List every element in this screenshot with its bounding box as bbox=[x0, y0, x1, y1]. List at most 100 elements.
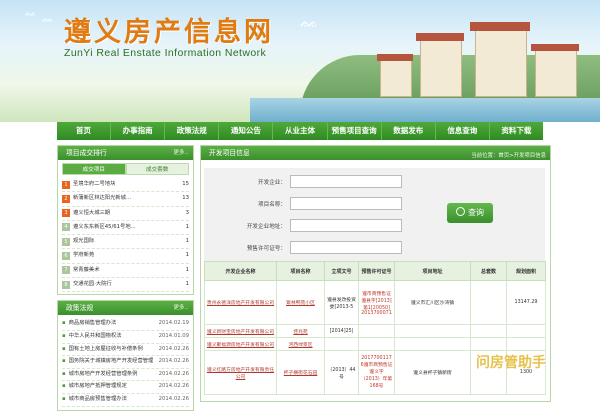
table-row: 贵州永德洋房地产开发有限公司 紫林鸭苑小区 遵县发改投资委[2013-5 遵市商… bbox=[204, 280, 546, 325]
table-row: 遵义聚福源房地产开发有限公司 河西绿景区 bbox=[204, 337, 546, 351]
developer-address-input[interactable] bbox=[290, 219, 402, 232]
project-label: 项目名称： bbox=[258, 202, 286, 208]
nav-notices[interactable]: 通知公告 bbox=[219, 122, 274, 140]
banner-lake bbox=[250, 98, 600, 122]
list-item[interactable]: ▪ 中华人民共和国物权法 2014.01.09 bbox=[62, 331, 189, 344]
policy-more-link[interactable]: 更多.. bbox=[174, 301, 189, 315]
cell-permit[interactable]: 遵市商预售证遵县字[2013]第1[20050] 2013700071 bbox=[358, 280, 395, 325]
nav-home[interactable]: 首页 bbox=[57, 122, 112, 140]
cell-approval: [2014]25| bbox=[324, 324, 359, 338]
rank-number: 1 bbox=[62, 180, 70, 189]
rank-number: 7 bbox=[62, 266, 70, 275]
banner-villa-roof bbox=[416, 33, 464, 41]
rank-project-name: 常青藤美术 bbox=[73, 266, 100, 273]
list-item[interactable]: ▪ 城市商品房预售管理办法 2014.02.26 bbox=[62, 394, 189, 407]
rank-count: 3 bbox=[185, 209, 189, 216]
cell-area: 13147.29 bbox=[506, 280, 546, 325]
list-item[interactable]: 3 遵义恒大城三期 3 bbox=[62, 207, 189, 221]
cell-project[interactable]: 杯子横街花石园 bbox=[276, 350, 325, 395]
rank-number: 5 bbox=[62, 237, 70, 246]
developer-label: 开发企业： bbox=[258, 180, 286, 186]
left-sidebar: 项目成交排行 更多.. 成交项目 成交套数 1 圣境华府二号地块 15 2 新蒲新区林… bbox=[57, 145, 194, 416]
rank-count: 15 bbox=[182, 181, 189, 187]
nav-presale-query[interactable]: 预售项目查询 bbox=[328, 122, 382, 140]
rank-count: 1 bbox=[185, 266, 189, 273]
bullet-icon: ▪ bbox=[62, 383, 66, 390]
tab-deal-units[interactable]: 成交套数 bbox=[125, 163, 189, 175]
policy-item-date: 2014.02.26 bbox=[158, 370, 189, 377]
policy-item-title: 城市房地产开发经营管理条例 bbox=[68, 370, 138, 377]
list-item[interactable]: ▪ 国有土地上房屋征收与补偿条例 2014.02.26 bbox=[62, 344, 189, 357]
search-form: 开发企业： 项目名称： 开发企业地址： 预售许可证号： 查询 bbox=[204, 168, 545, 268]
page-title: 开发项目信息 bbox=[209, 149, 250, 157]
ranking-tabs: 成交项目 成交套数 bbox=[62, 163, 189, 175]
policy-item-date: 2014.02.26 bbox=[158, 345, 189, 352]
rank-project-name: 交通花园·大院行 bbox=[73, 281, 112, 288]
rank-number: 2 bbox=[62, 194, 70, 203]
col-project: 项目名称 bbox=[276, 261, 325, 281]
header-banner: ᨐ ᨐ ᨐ 遵义房产信息网 ZunYi Real Enstate Informa… bbox=[0, 0, 600, 122]
bullet-icon: ▪ bbox=[62, 370, 66, 377]
banner-villa bbox=[380, 60, 412, 97]
cell-permit[interactable]: 2017700117 6遵市商预售证遵义字（2013）年第168号 bbox=[358, 350, 395, 395]
permit-label: 预售许可证号： bbox=[246, 246, 286, 252]
list-item[interactable]: 4 遵义东东新区45/61号地... 1 bbox=[62, 221, 189, 236]
cell-developer[interactable]: 贵州永德洋房地产开发有限公司 bbox=[204, 280, 277, 325]
breadcrumb-text: 当前位置：首页>开发项目信息 bbox=[471, 153, 546, 159]
list-item[interactable]: 7 常青藤美术 1 bbox=[62, 264, 189, 279]
cell-developer[interactable]: 遵义聚福源房地产开发有限公司 bbox=[204, 337, 277, 351]
list-item[interactable]: 1 圣境华府二号地块 15 bbox=[62, 178, 189, 193]
ranking-list: 1 圣境华府二号地块 15 2 新蒲新区林达阳光新城... 13 3 遵义恒大城三期 3 4… bbox=[58, 178, 193, 294]
cell-units bbox=[470, 324, 507, 338]
list-item[interactable]: ▪ 城市房地产开发经营管理条例 2014.02.26 bbox=[62, 369, 189, 382]
search-button-label: 查询 bbox=[468, 208, 484, 217]
cell-approval: （2013）44号 bbox=[324, 350, 359, 395]
cell-project[interactable]: 佳兆苑 bbox=[276, 324, 325, 338]
cell-developer[interactable]: 遵义红路方房地产开发有限责任公司 bbox=[204, 350, 277, 395]
cell-permit[interactable] bbox=[358, 337, 395, 351]
nav-downloads[interactable]: 资料下载 bbox=[490, 122, 543, 140]
egret-icon: ᨐ bbox=[300, 12, 319, 31]
list-item[interactable]: ▪ 城市房地产抵押管理规定 2014.02.26 bbox=[62, 381, 189, 394]
nav-policy[interactable]: 政策法规 bbox=[165, 122, 220, 140]
watermark-text: 问房管助手 bbox=[476, 355, 546, 371]
tab-deal-projects[interactable]: 成交项目 bbox=[62, 163, 126, 175]
policy-item-title: 商品房销售管理办法 bbox=[68, 320, 117, 327]
list-item[interactable]: 2 新蒲新区林达阳光新城... 13 bbox=[62, 192, 189, 207]
banner-villa-roof bbox=[470, 22, 530, 31]
cell-project[interactable]: 紫林鸭苑小区 bbox=[276, 280, 325, 325]
ranking-panel: 项目成交排行 更多.. 成交项目 成交套数 1 圣境华府二号地块 15 2 新蒲新区林… bbox=[57, 145, 194, 296]
search-button[interactable]: 查询 bbox=[447, 203, 493, 223]
list-item[interactable]: ▪ 商品房销售管理办法 2014.02.19 bbox=[62, 318, 189, 331]
bullet-icon: ▪ bbox=[62, 345, 66, 352]
nav-data-release[interactable]: 数据发布 bbox=[382, 122, 436, 140]
list-item[interactable]: 8 交通花园·大院行 1 bbox=[62, 278, 189, 293]
table-row: 遵义新财宝房地产开发有限公司 佳兆苑 [2014]25| bbox=[204, 324, 546, 338]
col-area: 规划面积 bbox=[506, 261, 546, 281]
policy-panel: 政策法规 更多.. ▪ 商品房销售管理办法 2014.02.19 ▪ 中华人民共和国物… bbox=[57, 300, 194, 411]
nav-guide[interactable]: 办事指南 bbox=[111, 122, 166, 140]
col-permit: 预售许可证号 bbox=[358, 261, 395, 281]
cell-project[interactable]: 河西绿景区 bbox=[276, 337, 325, 351]
presale-permit-input[interactable] bbox=[290, 241, 402, 254]
ranking-more-link[interactable]: 更多.. bbox=[174, 146, 189, 160]
address-label: 开发企业地址： bbox=[246, 224, 286, 230]
list-item[interactable]: 5 观光国际 1 bbox=[62, 235, 189, 250]
rank-project-name: 遵义恒大城三期 bbox=[73, 209, 111, 216]
list-item[interactable]: 6 学府新苑 1 bbox=[62, 249, 189, 264]
rank-project-name: 新蒲新区林达阳光新城... bbox=[73, 195, 132, 202]
rank-project-name: 圣境华府二号地块 bbox=[73, 181, 116, 187]
cell-developer[interactable]: 遵义新财宝房地产开发有限公司 bbox=[204, 324, 277, 338]
policy-item-title: 城市房地产抵押管理规定 bbox=[68, 383, 127, 390]
developer-input[interactable] bbox=[290, 175, 402, 188]
cell-permit[interactable] bbox=[358, 324, 395, 338]
rank-number: 4 bbox=[62, 223, 70, 232]
main-nav: 首页 办事指南 政策法规 通知公告 从业主体 预售项目查询 数据发布 信息查询 … bbox=[57, 122, 543, 140]
list-item[interactable]: ▪ 国务院关于城镇房地产开发经营管理 2014.02.26 bbox=[62, 356, 189, 369]
cell-area bbox=[506, 324, 546, 338]
rank-project-name: 遵义东东新区45/61号地... bbox=[73, 223, 136, 230]
nav-practitioners[interactable]: 从业主体 bbox=[273, 122, 328, 140]
cell-address bbox=[394, 337, 471, 351]
project-name-input[interactable] bbox=[290, 197, 402, 210]
nav-info-query[interactable]: 信息查询 bbox=[436, 122, 490, 140]
